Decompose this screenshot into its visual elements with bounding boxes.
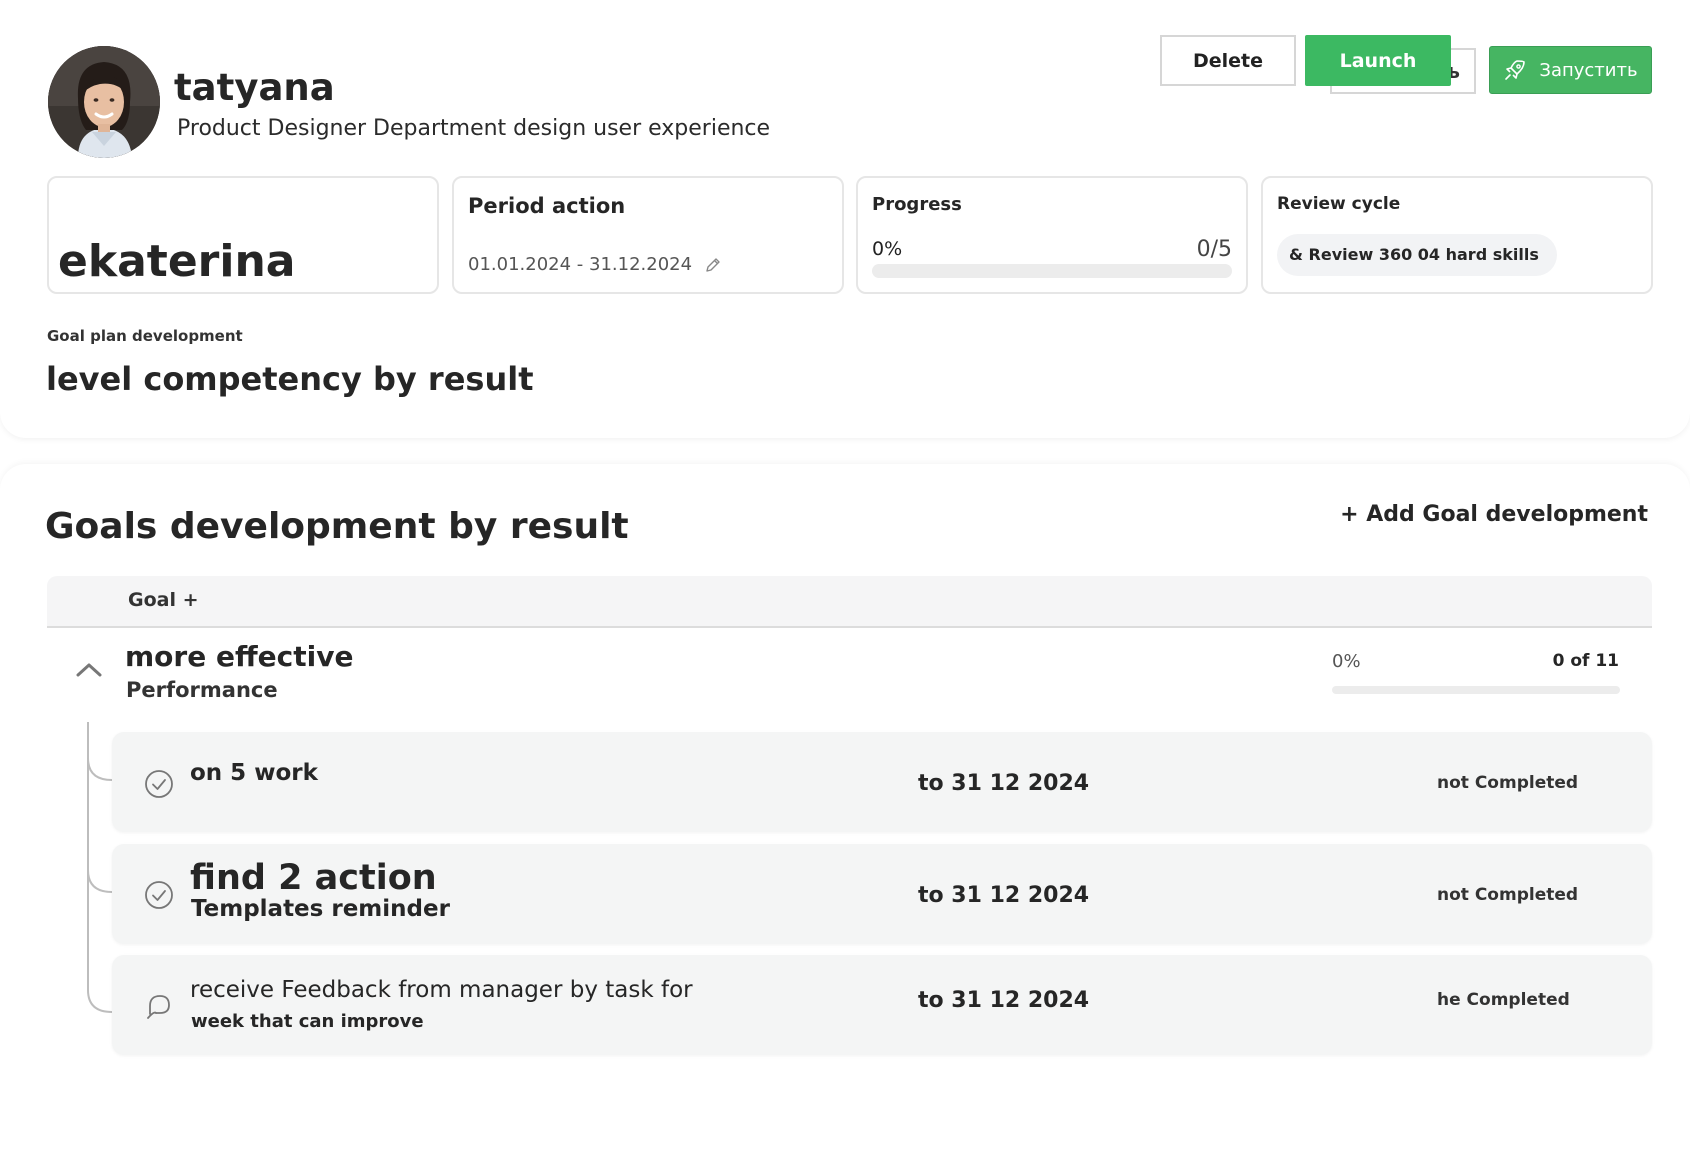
period-title: Period action bbox=[468, 194, 626, 218]
task-row[interactable]: receive Feedback from manager by task fo… bbox=[112, 955, 1652, 1055]
goal-column-header[interactable]: Goal + bbox=[128, 589, 199, 611]
goal-group-subtitle: Performance bbox=[126, 678, 278, 702]
period-dates-row: 01.01.2024 - 31.12.2024 bbox=[468, 254, 722, 275]
task-subtitle: Templates reminder bbox=[191, 896, 450, 922]
task-due-date: to 31 12 2024 bbox=[918, 988, 1090, 1013]
goal-group-progress-bar bbox=[1332, 686, 1620, 694]
goals-title: Goals development by result bbox=[45, 506, 629, 547]
pencil-icon[interactable] bbox=[704, 256, 722, 274]
review-cycle-card: Review cycle & Review 360 04 hard skills bbox=[1261, 176, 1653, 294]
goal-group-title: more effective bbox=[125, 640, 354, 673]
delete-button[interactable]: Delete bbox=[1160, 35, 1296, 86]
user-role: Product Designer Department design user … bbox=[177, 116, 771, 141]
task-row[interactable]: on 5 work to 31 12 2024 not Completed bbox=[112, 732, 1652, 832]
user-name: tatyana bbox=[174, 66, 335, 109]
run-button[interactable]: Запустить bbox=[1489, 46, 1652, 94]
profile-card: tatyana Product Designer Department desi… bbox=[0, 0, 1690, 438]
task-due-date: to 31 12 2024 bbox=[918, 883, 1090, 908]
period-dates: 01.01.2024 - 31.12.2024 bbox=[468, 254, 693, 275]
chat-bubble-icon[interactable] bbox=[144, 991, 174, 1021]
period-card: Period action 01.01.2024 - 31.12.2024 bbox=[452, 176, 844, 294]
task-title: receive Feedback from manager by task fo… bbox=[190, 977, 693, 1003]
name-card-value: ekaterina bbox=[58, 236, 296, 287]
progress-bar bbox=[872, 264, 1232, 278]
rocket-icon bbox=[1505, 60, 1526, 80]
avatar bbox=[48, 46, 160, 158]
launch-button[interactable]: Launch bbox=[1305, 35, 1451, 86]
progress-title: Progress bbox=[872, 194, 962, 215]
task-title: on 5 work bbox=[190, 760, 318, 786]
name-card: ekaterina bbox=[47, 176, 439, 294]
progress-percent: 0% bbox=[872, 238, 903, 260]
run-button-label: Запустить bbox=[1539, 59, 1638, 81]
plan-title: level competency by result bbox=[46, 360, 534, 398]
progress-card: Progress 0% 0/5 bbox=[856, 176, 1248, 294]
goals-table-header: Goal + bbox=[47, 576, 1652, 628]
progress-count: 0/5 bbox=[1196, 237, 1232, 262]
goal-group-count: 0 of 11 bbox=[1552, 651, 1619, 671]
plan-label: Goal plan development bbox=[47, 327, 243, 345]
task-title: find 2 action bbox=[190, 858, 437, 898]
task-due-date: to 31 12 2024 bbox=[918, 771, 1090, 796]
task-status: not Completed bbox=[1437, 773, 1579, 793]
chevron-up-icon[interactable] bbox=[72, 658, 106, 682]
review-cycle-title: Review cycle bbox=[1277, 194, 1401, 214]
task-row[interactable]: find 2 action Templates reminder to 31 1… bbox=[112, 844, 1652, 944]
check-circle-icon[interactable] bbox=[144, 769, 174, 799]
review-chip[interactable]: & Review 360 04 hard skills bbox=[1277, 234, 1557, 276]
avatar-portrait-icon bbox=[48, 46, 160, 158]
task-status: he Completed bbox=[1437, 990, 1570, 1010]
goal-group-percent: 0% bbox=[1332, 651, 1361, 672]
task-subtitle: week that can improve bbox=[191, 1011, 424, 1032]
add-goal-button[interactable]: + Add Goal development bbox=[1340, 502, 1648, 527]
check-circle-icon[interactable] bbox=[144, 880, 174, 910]
task-status: not Completed bbox=[1437, 885, 1579, 905]
